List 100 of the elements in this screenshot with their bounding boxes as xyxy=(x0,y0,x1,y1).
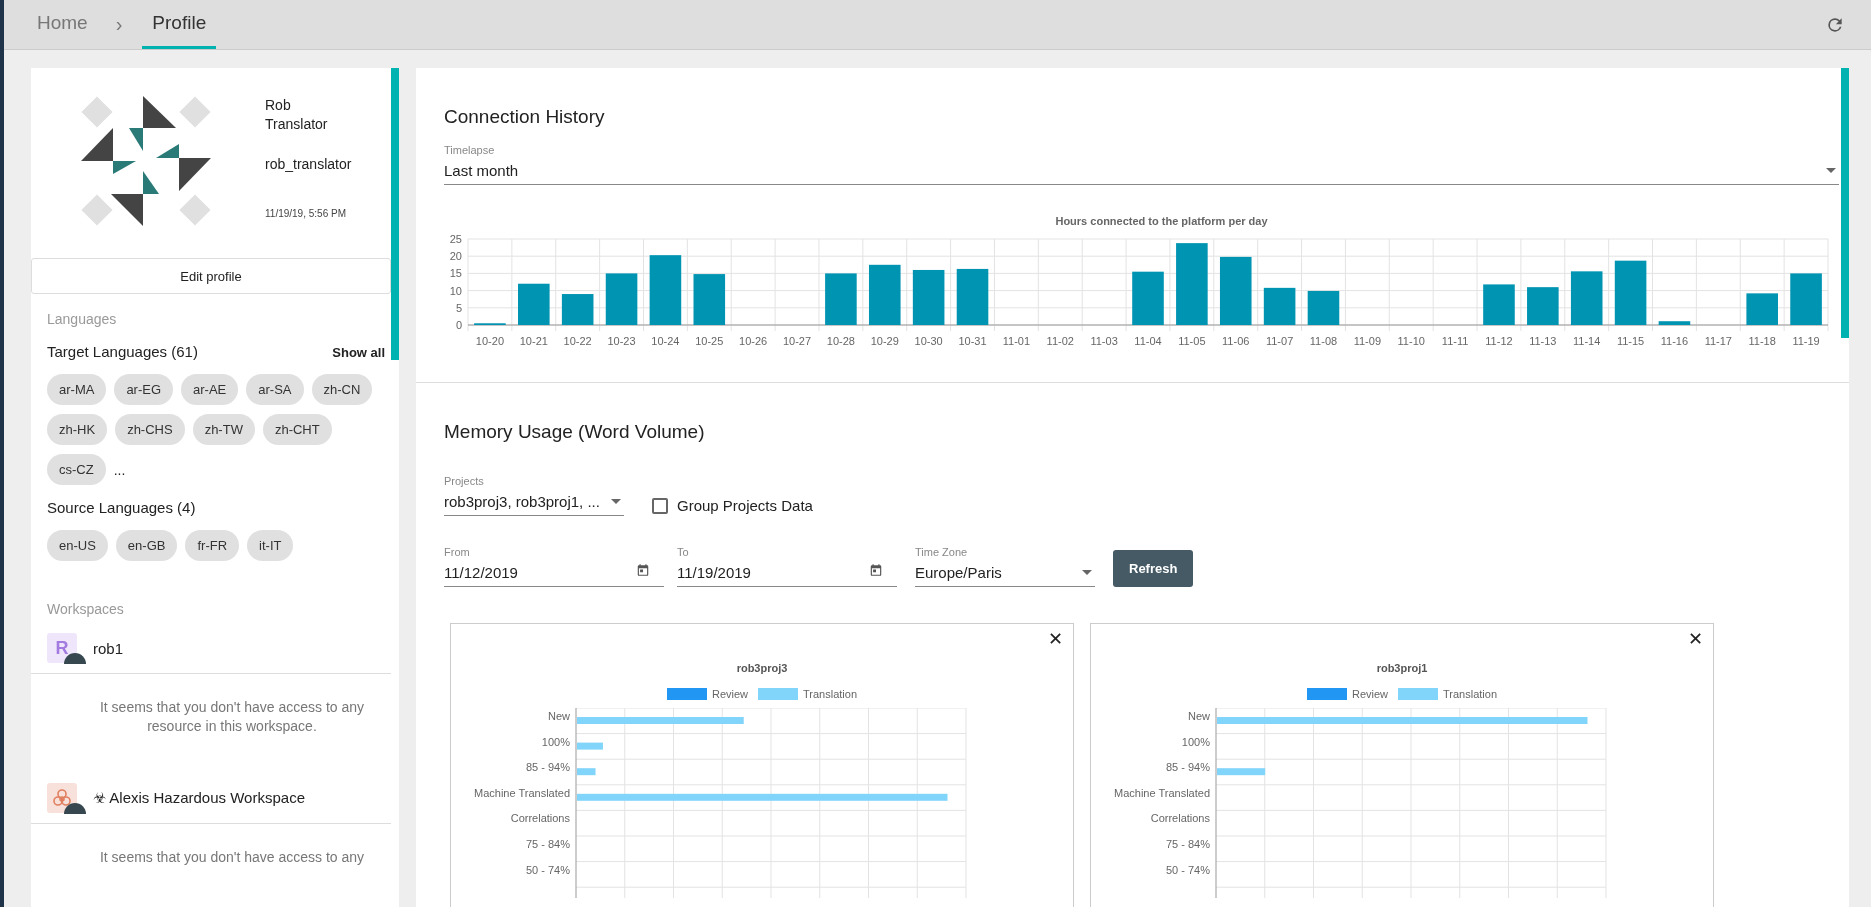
chart-bar xyxy=(869,264,901,325)
language-chip: zh-TW xyxy=(192,414,255,445)
section-title: Memory Usage (Word Volume) xyxy=(444,421,706,443)
axis-tick-label: 10-29 xyxy=(870,335,899,347)
section-heading: Workspaces xyxy=(47,601,125,617)
chart-title: Hours connected to the platform per day xyxy=(1054,215,1269,227)
legend-label: Translation xyxy=(803,688,858,700)
section-title: Connection History xyxy=(444,106,606,128)
axis-tick-label: 50 - 74% xyxy=(1165,863,1210,876)
no-access-message: It seems that you don't have access to any xyxy=(31,823,391,907)
axis-tick-label: 100% xyxy=(541,735,570,748)
axis-tick-label: 15 xyxy=(449,267,462,280)
chart-bar xyxy=(1746,293,1778,325)
axis-tick-label: 5 xyxy=(455,301,462,314)
scrollbar-thumb[interactable] xyxy=(1841,68,1849,338)
refresh-button[interactable]: Refresh xyxy=(1113,550,1194,587)
chart-bar xyxy=(1307,290,1340,325)
no-access-message: It seems that you don't have access to any resource in this workspace. xyxy=(31,673,391,783)
calendar-icon xyxy=(636,563,650,577)
timestamp: 11/19/19, 5:56 PM xyxy=(265,208,347,219)
chart-title: rob3proj1 xyxy=(1375,662,1429,674)
to-date-field[interactable]: To 11/19/2019 xyxy=(677,546,897,587)
time-zone-select[interactable]: Time Zone Europe/Paris xyxy=(915,546,1095,587)
checkbox-label: Group Projects Data xyxy=(677,497,813,514)
source-languages-title: Source Languages (4) xyxy=(47,499,197,516)
legend-label: Review xyxy=(711,688,749,700)
language-chip: ar-SA xyxy=(246,374,304,405)
timelapse-select[interactable]: Timelapse Last month xyxy=(444,144,1839,185)
workspace-name[interactable]: rob1 xyxy=(93,639,124,657)
close-button[interactable]: ✕ xyxy=(1048,628,1063,650)
projects-select[interactable]: Projects rob3proj3, rob3proj1, ... xyxy=(444,475,624,516)
language-chip: en-GB xyxy=(115,530,178,561)
chart-bar xyxy=(1132,271,1164,325)
axis-tick-label: 11-08 xyxy=(1309,335,1338,347)
chart-bar xyxy=(1790,273,1822,325)
language-chip: en-US xyxy=(47,530,108,561)
axis-tick-label: 11-14 xyxy=(1573,335,1601,347)
from-date-field[interactable]: From 11/12/2019 xyxy=(444,546,664,587)
chart-bar xyxy=(1527,287,1559,325)
axis-tick-label: 11-04 xyxy=(1134,335,1162,347)
chart-bar xyxy=(825,273,857,325)
language-chip: ar-AE xyxy=(181,374,239,405)
checkbox[interactable] xyxy=(652,497,668,514)
axis-tick-label: Correlations xyxy=(510,812,570,825)
language-chip: ar-MA xyxy=(47,374,107,405)
axis-tick-label: 10-30 xyxy=(914,335,943,347)
chart-bar xyxy=(605,273,638,325)
breadcrumb-link[interactable]: Profile xyxy=(142,0,217,49)
axis-tick-label: 75 - 84% xyxy=(1165,838,1210,850)
axis-tick-label: 25 xyxy=(449,233,462,245)
caret-icon xyxy=(611,499,621,504)
axis-tick-label: 11-15 xyxy=(1616,335,1645,347)
axis-tick-label: 11-13 xyxy=(1529,335,1557,347)
axis-tick-label: 10-27 xyxy=(782,335,812,347)
caret-icon xyxy=(1826,168,1836,173)
axis-tick-label: 20 xyxy=(449,250,462,263)
axis-tick-label: 85 - 94% xyxy=(1165,761,1210,774)
chart-bar xyxy=(1219,256,1252,325)
axis-tick-label: Machine Translated xyxy=(1114,786,1210,799)
axis-tick-label: 10-31 xyxy=(958,335,987,347)
count-badge xyxy=(64,803,86,814)
language-chip: cs-CZ xyxy=(47,454,106,485)
axis-tick-label: 11-09 xyxy=(1353,335,1381,347)
chart-bar xyxy=(518,283,550,325)
axis-tick-label: Machine Translated xyxy=(474,786,570,799)
workspace-name[interactable]: ☣ Alexis Hazardous Workspace xyxy=(93,789,305,807)
axis-tick-label: 10 xyxy=(449,284,462,297)
axis-tick-label: 11-11 xyxy=(1441,335,1469,347)
edit-profile-button[interactable]: Edit profile xyxy=(31,258,391,294)
chart-bar xyxy=(1217,768,1266,776)
scrollbar-thumb[interactable] xyxy=(391,68,399,360)
chart-bar xyxy=(1570,271,1603,325)
chart-bar xyxy=(912,269,945,325)
close-button[interactable]: ✕ xyxy=(1688,628,1703,650)
language-chip: zh-CN xyxy=(311,374,373,405)
axis-tick-label: New xyxy=(1188,710,1210,722)
axis-tick-label: 11-01 xyxy=(1002,335,1031,347)
chart-bar xyxy=(1483,284,1515,325)
language-chip: zh-CHT xyxy=(262,414,332,445)
show-all-link[interactable]: Show all xyxy=(332,345,385,360)
more-ellipsis: ... xyxy=(113,461,126,478)
legend-label: Review xyxy=(1351,688,1389,700)
axis-tick-label: 10-26 xyxy=(739,335,768,347)
axis-tick-label: 11-17 xyxy=(1704,335,1732,347)
axis-tick-label: 11-02 xyxy=(1046,335,1074,347)
chart-bar xyxy=(1614,260,1647,325)
language-chip: zh-HK xyxy=(47,414,108,445)
axis-tick-label: 11-10 xyxy=(1397,335,1425,347)
language-chip: it-IT xyxy=(247,530,294,561)
axis-tick-label: 10-22 xyxy=(563,335,592,347)
axis-tick-label: 10-24 xyxy=(651,335,680,347)
axis-tick-label: New xyxy=(548,710,570,722)
axis-tick-label: 75 - 84% xyxy=(525,838,570,850)
axis-tick-label: 10-28 xyxy=(826,335,855,347)
language-chip: ar-EG xyxy=(114,374,174,405)
chart-bar xyxy=(1658,321,1691,325)
caret-icon xyxy=(1082,570,1092,575)
axis-tick-label: 11-12 xyxy=(1485,335,1513,347)
biohazard-icon xyxy=(47,783,77,813)
axis-tick-label: Correlations xyxy=(1150,812,1210,825)
